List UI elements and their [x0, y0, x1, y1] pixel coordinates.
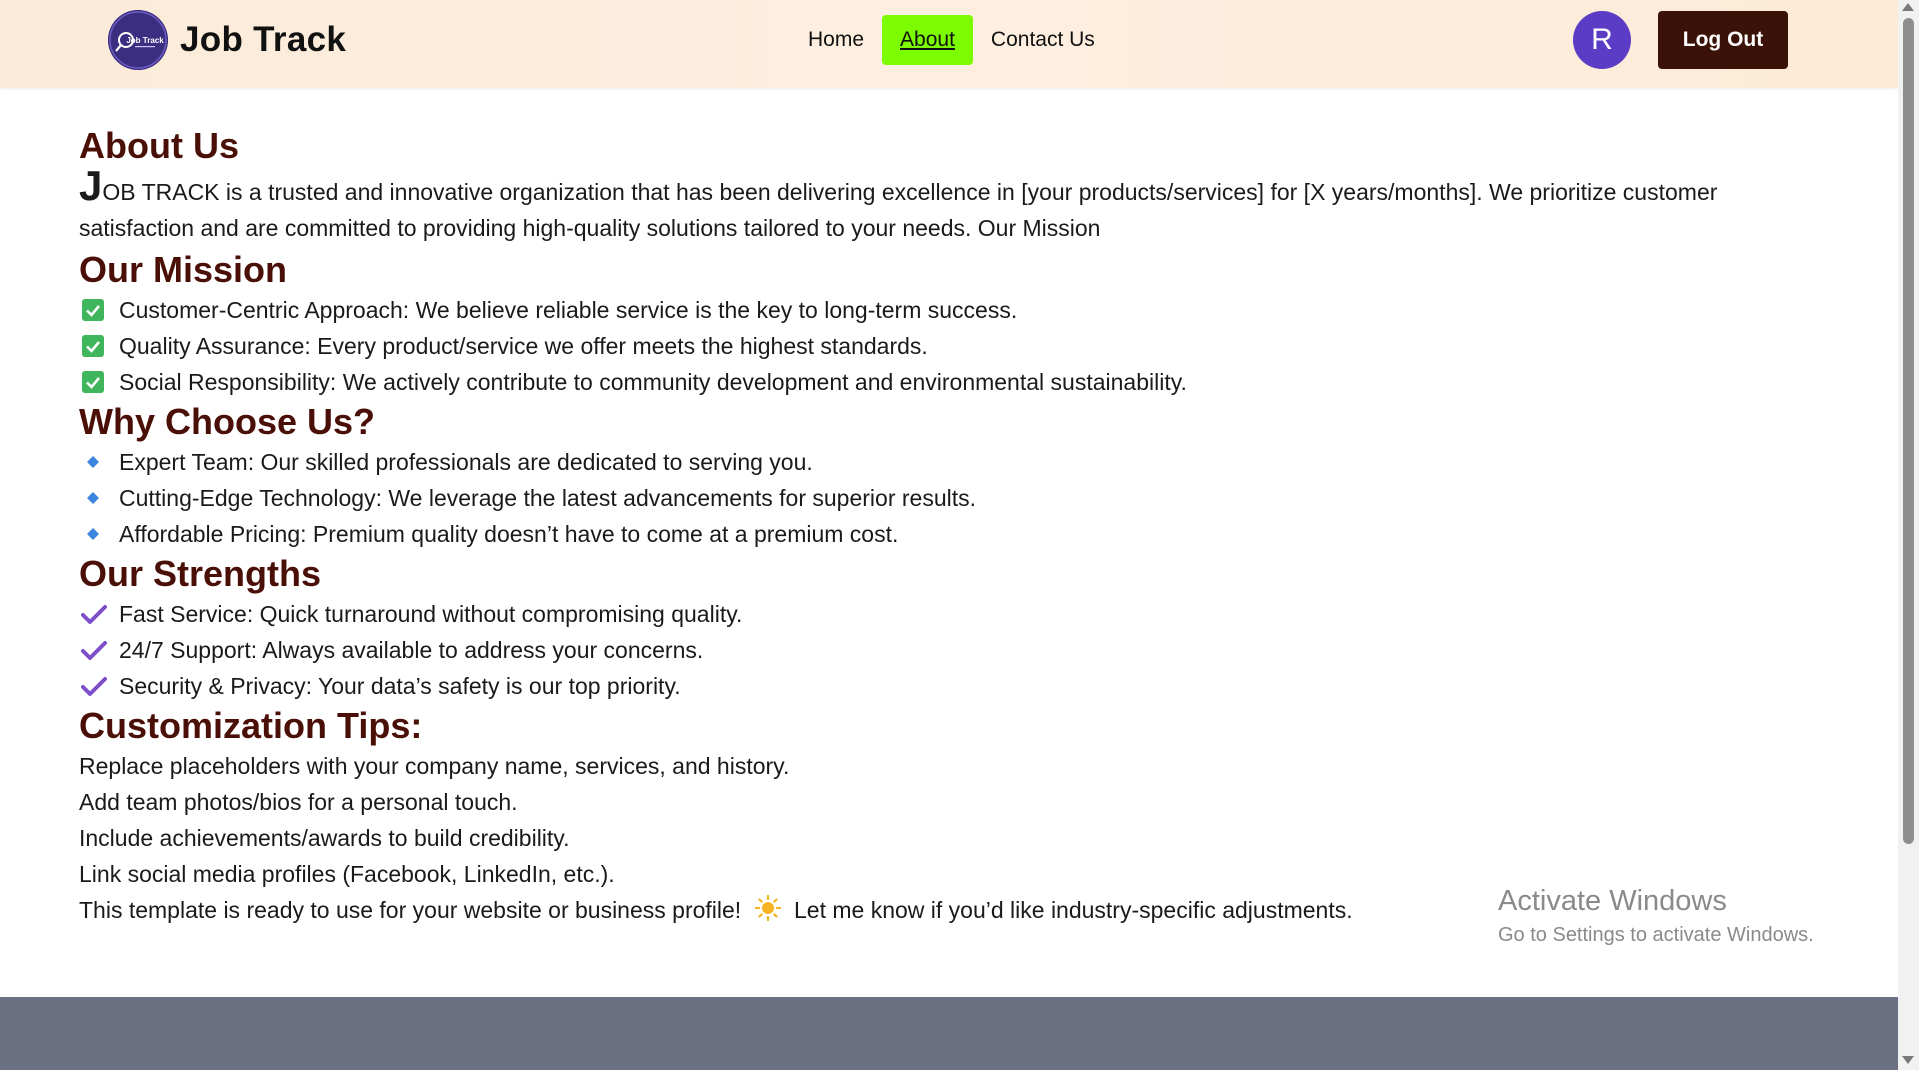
- drop-cap: J: [79, 162, 103, 209]
- green-checkbox-icon: [79, 334, 119, 358]
- mission-item-text: Quality Assurance: Every product/service…: [119, 333, 928, 359]
- watermark-subtitle: Go to Settings to activate Windows.: [1498, 924, 1814, 946]
- mission-title: Our Mission: [79, 249, 288, 290]
- why-item-text: Cutting-Edge Technology: We leverage the…: [119, 485, 977, 511]
- purple-checkmark-icon: [79, 602, 119, 626]
- tip-line: Replace placeholders with your company n…: [79, 753, 790, 779]
- purple-checkmark-icon: [79, 674, 119, 698]
- navbar: Job Track Job Track Home About Contact U…: [0, 0, 1898, 88]
- scroll-thumb[interactable]: [1903, 18, 1914, 844]
- why-title: Why Choose Us?: [79, 401, 376, 442]
- logo-text: Job Track: [126, 36, 164, 45]
- tip-line: Add team photos/bios for a personal touc…: [79, 789, 518, 815]
- about-title: About Us: [79, 125, 239, 166]
- why-list: Expert Team: Our skilled professionals a…: [79, 444, 1799, 552]
- purple-checkmark-icon: [79, 638, 119, 662]
- page: Job Track Job Track Home About Contact U…: [0, 0, 1898, 1070]
- footer: [0, 997, 1898, 1070]
- tip-final-text-before: This template is ready to use for your w…: [79, 897, 742, 923]
- activate-windows-watermark: Activate Windows Go to Settings to activ…: [1498, 882, 1814, 950]
- green-checkbox-icon: [79, 298, 119, 322]
- strength-item-text: Security & Privacy: Your data’s safety i…: [119, 673, 681, 699]
- logout-button[interactable]: Log Out: [1658, 11, 1788, 69]
- list-item: Quality Assurance: Every product/service…: [79, 328, 1799, 364]
- strength-item-text: Fast Service: Quick turnaround without c…: [119, 601, 743, 627]
- strength-item-text: 24/7 Support: Always available to addres…: [119, 637, 704, 663]
- intro-text: OB TRACK is a trusted and innovative org…: [79, 179, 1718, 241]
- nav-contact-us[interactable]: Contact Us: [973, 15, 1113, 65]
- main-nav: Home About Contact Us: [790, 15, 1113, 65]
- magnifier-logo-icon: Job Track: [108, 10, 168, 70]
- list-item: Cutting-Edge Technology: We leverage the…: [79, 480, 1799, 516]
- watermark-title: Activate Windows: [1498, 885, 1727, 917]
- why-item-text: Expert Team: Our skilled professionals a…: [119, 449, 813, 475]
- blue-diamond-icon: [79, 450, 119, 474]
- footer-column-heading: [58, 1055, 67, 1070]
- about-intro: JOB TRACK is a trusted and innovative or…: [79, 165, 1799, 246]
- list-item: Customer-Centric Approach: We believe re…: [79, 292, 1799, 328]
- sun-emoji-icon: [754, 894, 782, 922]
- nav-about[interactable]: About: [882, 15, 973, 65]
- blue-diamond-icon: [79, 522, 119, 546]
- scroll-up-arrow-icon[interactable]: [1902, 3, 1914, 11]
- mission-item-text: Customer-Centric Approach: We believe re…: [119, 297, 1018, 323]
- scroll-down-arrow-icon[interactable]: [1902, 1056, 1914, 1064]
- brand[interactable]: Job Track Job Track: [108, 10, 346, 70]
- footer-column-heading: [640, 1055, 649, 1070]
- list-item: Affordable Pricing: Premium quality does…: [79, 516, 1799, 552]
- blue-diamond-icon: [79, 486, 119, 510]
- mission-list: Customer-Centric Approach: We believe re…: [79, 292, 1799, 400]
- list-item: Security & Privacy: Your data’s safety i…: [79, 668, 1799, 704]
- job-track-logo: Job Track: [108, 10, 168, 70]
- list-item: Expert Team: Our skilled professionals a…: [79, 444, 1799, 480]
- about-content: About Us JOB TRACK is a trusted and inno…: [79, 124, 1799, 928]
- why-item-text: Affordable Pricing: Premium quality does…: [119, 521, 899, 547]
- list-item: Social Responsibility: We actively contr…: [79, 364, 1799, 400]
- list-item: 24/7 Support: Always available to addres…: [79, 632, 1799, 668]
- strengths-title: Our Strengths: [79, 553, 322, 594]
- tip-line: Include achievements/awards to build cre…: [79, 825, 570, 851]
- tip-final-text-after: Let me know if you’d like industry-speci…: [793, 897, 1353, 923]
- brand-name: Job Track: [180, 20, 347, 59]
- nav-home[interactable]: Home: [790, 15, 882, 65]
- mission-item-text: Social Responsibility: We actively contr…: [119, 369, 1187, 395]
- page-scrollbar[interactable]: [1898, 0, 1919, 1070]
- footer-column-heading: [1238, 1055, 1247, 1070]
- list-item: Fast Service: Quick turnaround without c…: [79, 596, 1799, 632]
- user-avatar[interactable]: R: [1573, 11, 1631, 69]
- strengths-list: Fast Service: Quick turnaround without c…: [79, 596, 1799, 704]
- green-checkbox-icon: [79, 370, 119, 394]
- tips-title: Customization Tips:: [79, 705, 423, 746]
